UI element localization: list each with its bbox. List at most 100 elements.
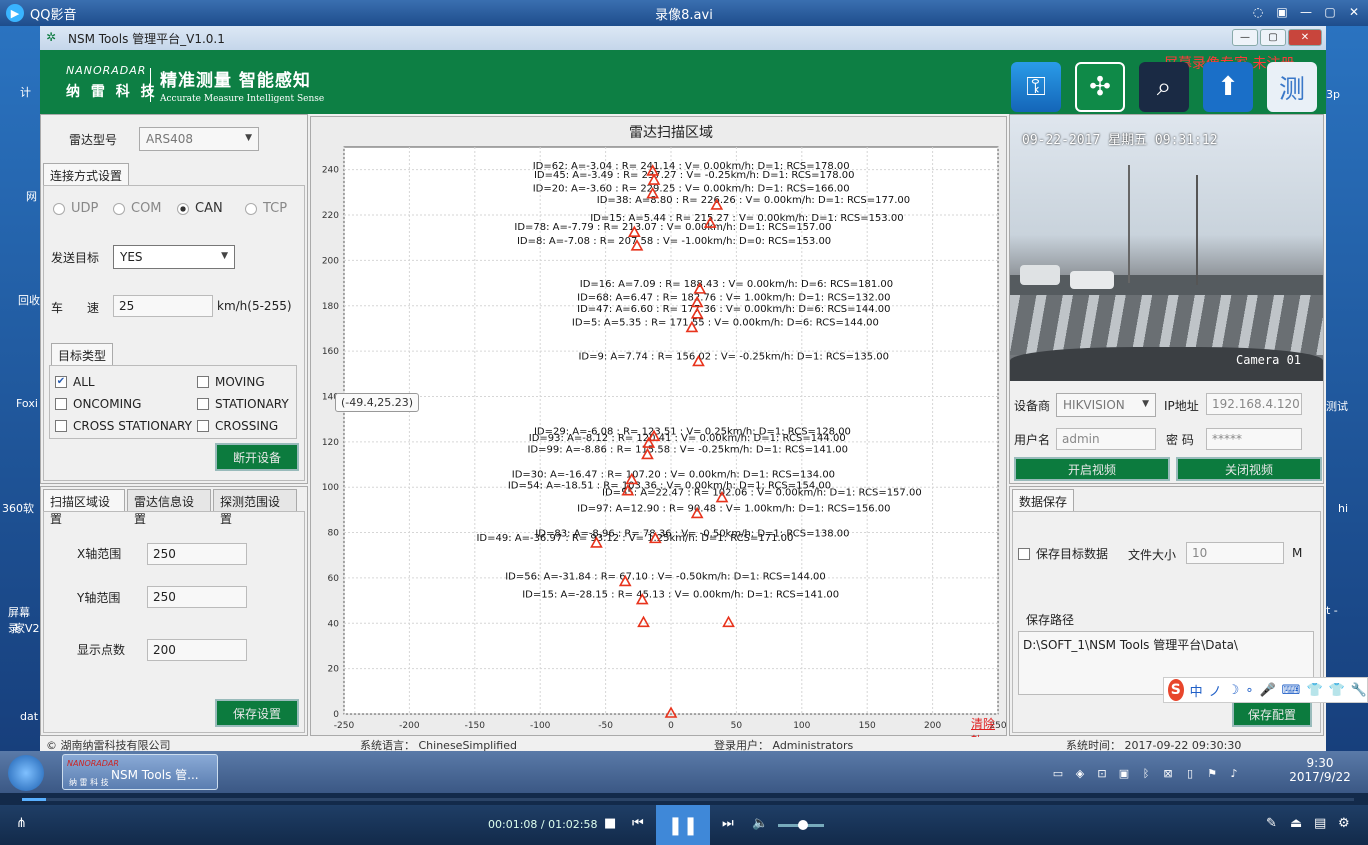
scan-settings-panel: 扫描区域设置 雷达信息设置 探测范围设置 X轴范围 250 Y轴范围 250 显… [40, 486, 308, 736]
tray-flag-icon[interactable]: ⚑ [1204, 765, 1220, 781]
tools-icon[interactable]: ✎ [1266, 816, 1277, 831]
x-tick-label: -250 [334, 721, 355, 731]
upload-arrow-icon[interactable]: ⬆ [1203, 62, 1253, 112]
check-moving[interactable]: MOVING [197, 375, 265, 389]
check-label: 保存目标数据 [1036, 547, 1109, 561]
volume-knob[interactable] [798, 820, 808, 830]
tray-usb-icon[interactable]: ▯ [1182, 765, 1198, 781]
user-input[interactable]: admin [1056, 428, 1156, 450]
close-video-button[interactable]: 关闭视频 [1176, 457, 1322, 481]
save-settings-button[interactable]: 保存设置 [215, 699, 299, 727]
taskbar-item-nsm[interactable]: NANORADAR 纳 雷 科 技 NSM Tools 管... [62, 754, 218, 790]
ip-input[interactable]: 192.168.4.120 [1206, 393, 1302, 415]
tray-bluetooth-icon[interactable]: ᛒ [1138, 765, 1154, 781]
file-size-input[interactable]: 10 [1186, 542, 1284, 564]
radar-scan-chart[interactable]: 雷达扫描区域 -250 -200 -150 -100 -50 0 50 100 150 200 25… [310, 116, 1007, 748]
car-shape [1020, 265, 1060, 285]
desktop-label: hi [1338, 502, 1349, 515]
vendor-value: HIKVISION [1063, 398, 1125, 412]
ime-punct-icon[interactable]: ノ [1209, 681, 1222, 700]
radio-com[interactable]: COM [113, 201, 162, 216]
list-icon[interactable]: ▤ [1314, 816, 1326, 831]
save-config-button[interactable]: 保存配置 [1232, 701, 1312, 727]
desktop-label: 计 [20, 86, 31, 99]
password-input[interactable]: ***** [1206, 428, 1302, 450]
check-cross-stationary[interactable]: CROSS STATIONARY [55, 419, 192, 433]
tray-network-icon[interactable]: ⊠ [1160, 765, 1176, 781]
maximize-icon[interactable]: ▢ [1322, 4, 1338, 20]
desktop-label: 家V2 [14, 622, 40, 635]
settings-icon[interactable]: ⚙ [1338, 816, 1350, 831]
check-stationary[interactable]: STATIONARY [197, 397, 289, 411]
chat-icon[interactable]: ◌ [1250, 4, 1266, 20]
search-lens-icon[interactable]: ⌕ [1139, 62, 1189, 112]
radar-type-select[interactable]: ARS408 ▼ [139, 127, 259, 151]
points-input[interactable]: 200 [147, 639, 247, 661]
ime-dot-icon[interactable]: ∘ [1245, 683, 1253, 698]
y-range-input[interactable]: 250 [147, 586, 247, 608]
open-video-button[interactable]: 开启视频 [1014, 457, 1170, 481]
check-save-target[interactable]: 保存目标数据 [1018, 545, 1108, 562]
ime-keyboard-icon[interactable]: ⌨ [1282, 683, 1301, 698]
radio-can[interactable]: CAN [177, 201, 223, 216]
check-all[interactable]: ✔ ALL [55, 375, 95, 389]
progress-rail [22, 798, 1354, 801]
tab-target-type[interactable]: 目标类型 [51, 343, 113, 365]
target-label: ID=9: A=7.74 : R= 156.02 : V= -0.25km/h:… [578, 351, 889, 362]
nsm-maximize-button[interactable]: ▢ [1260, 29, 1286, 46]
footprint-icon[interactable]: ⋔ [16, 816, 27, 831]
tab-detect-range[interactable]: 探测范围设置 [213, 489, 297, 526]
brand-cn: 纳 雷 科 技 [66, 84, 158, 100]
eject-icon[interactable]: ⏏ [1290, 816, 1302, 831]
tray-shield-icon[interactable]: ◈ [1072, 765, 1088, 781]
tray-volume-icon[interactable]: ♪ [1226, 765, 1242, 781]
tab-data-save[interactable]: 数据保存 [1012, 489, 1074, 511]
tray-battery-icon[interactable]: ▭ [1050, 765, 1066, 781]
ime-mic-icon[interactable]: 🎤 [1259, 683, 1275, 698]
pause-button[interactable]: ❚❚ [656, 805, 710, 845]
tab-scan-area[interactable]: 扫描区域设置 [43, 489, 125, 526]
next-icon[interactable]: ⏭ [722, 816, 734, 831]
ime-toolbar[interactable]: S 中 ノ ☽ ∘ 🎤 ⌨ 👕 👕 🔧 [1163, 677, 1368, 703]
speed-input[interactable]: 25 [113, 295, 213, 317]
desktop-label: 测试 [1326, 400, 1348, 413]
radio-tcp[interactable]: TCP [245, 201, 287, 216]
close-icon[interactable]: ✕ [1346, 4, 1362, 20]
x-range-input[interactable]: 250 [147, 543, 247, 565]
volume-slider[interactable] [778, 820, 824, 830]
tab-connection-settings[interactable]: 连接方式设置 [43, 163, 129, 185]
ime-shirt-icon[interactable]: 👕 [1329, 683, 1345, 698]
check-crossing[interactable]: CROSSING [197, 419, 278, 433]
check-oncoming[interactable]: ONCOMING [55, 397, 141, 411]
previous-icon[interactable]: ⏮ [632, 816, 644, 831]
monitor-heart-icon[interactable]: 测 [1267, 62, 1317, 112]
ime-skin-icon[interactable]: 👕 [1306, 683, 1322, 698]
tab-radar-info[interactable]: 雷达信息设置 [127, 489, 211, 526]
vendor-select[interactable]: HIKVISION ▼ [1056, 393, 1156, 417]
ime-moon-icon[interactable]: ☽ [1228, 683, 1240, 698]
butterfly-icon[interactable]: ✣ [1075, 62, 1125, 112]
brand-divider [150, 68, 151, 102]
send-target-select[interactable]: YES ▼ [113, 245, 235, 269]
ime-chinese-mode[interactable]: 中 [1190, 681, 1203, 700]
playback-progress-bar[interactable] [0, 793, 1368, 805]
tray-lock-icon[interactable]: ⊡ [1094, 765, 1110, 781]
taskbar-clock[interactable]: 9:30 2017/9/22 [1280, 756, 1360, 784]
start-button[interactable] [8, 755, 44, 791]
minimize-icon[interactable]: — [1298, 4, 1314, 20]
radar-scan-svg: 雷达扫描区域 -250 -200 -150 -100 -50 0 50 100 150 200 25… [322, 125, 1007, 731]
ime-wrench-icon[interactable]: 🔧 [1351, 683, 1367, 698]
radio-udp[interactable]: UDP [53, 201, 98, 216]
x-tick-label: -50 [598, 721, 613, 731]
sogou-logo-icon[interactable]: S [1168, 679, 1184, 701]
radar-app-icon: ✲ [46, 30, 57, 44]
key-icon[interactable]: ⚿ [1011, 62, 1061, 112]
volume-icon[interactable]: 🔈 [752, 816, 768, 831]
nsm-minimize-button[interactable]: — [1232, 29, 1258, 46]
tray-monitor-icon[interactable]: ▣ [1116, 765, 1132, 781]
nsm-close-button[interactable]: ✕ [1288, 29, 1322, 46]
skin-icon[interactable]: ▣ [1274, 4, 1290, 20]
points-label: 显示点数 [77, 643, 126, 657]
stop-icon[interactable]: ■ [604, 816, 616, 831]
disconnect-button[interactable]: 断开设备 [215, 443, 299, 471]
